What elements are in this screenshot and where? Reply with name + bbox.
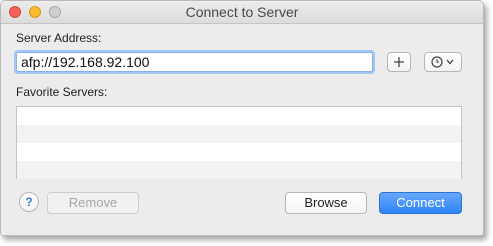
list-row bbox=[17, 143, 461, 161]
browse-button[interactable]: Browse bbox=[285, 192, 367, 214]
favorite-servers-list[interactable] bbox=[16, 106, 462, 179]
plus-icon bbox=[394, 57, 404, 67]
remove-button[interactable]: Remove bbox=[47, 192, 139, 214]
favorite-servers-label: Favorite Servers: bbox=[16, 85, 108, 99]
list-row bbox=[17, 107, 461, 125]
add-favorite-button[interactable] bbox=[387, 52, 411, 72]
clock-icon bbox=[431, 56, 443, 68]
title-bar: Connect to Server bbox=[1, 1, 483, 24]
server-address-label: Server Address: bbox=[16, 31, 102, 45]
connect-to-server-window: Connect to Server Server Address: Favori… bbox=[0, 0, 484, 236]
connect-button[interactable]: Connect bbox=[379, 192, 462, 214]
chevron-down-icon bbox=[446, 59, 454, 65]
server-address-input[interactable] bbox=[16, 52, 373, 72]
recent-servers-button[interactable] bbox=[424, 52, 462, 72]
list-row bbox=[17, 161, 461, 179]
help-button[interactable]: ? bbox=[19, 192, 39, 212]
window-title: Connect to Server bbox=[185, 4, 299, 20]
list-row bbox=[17, 125, 461, 143]
